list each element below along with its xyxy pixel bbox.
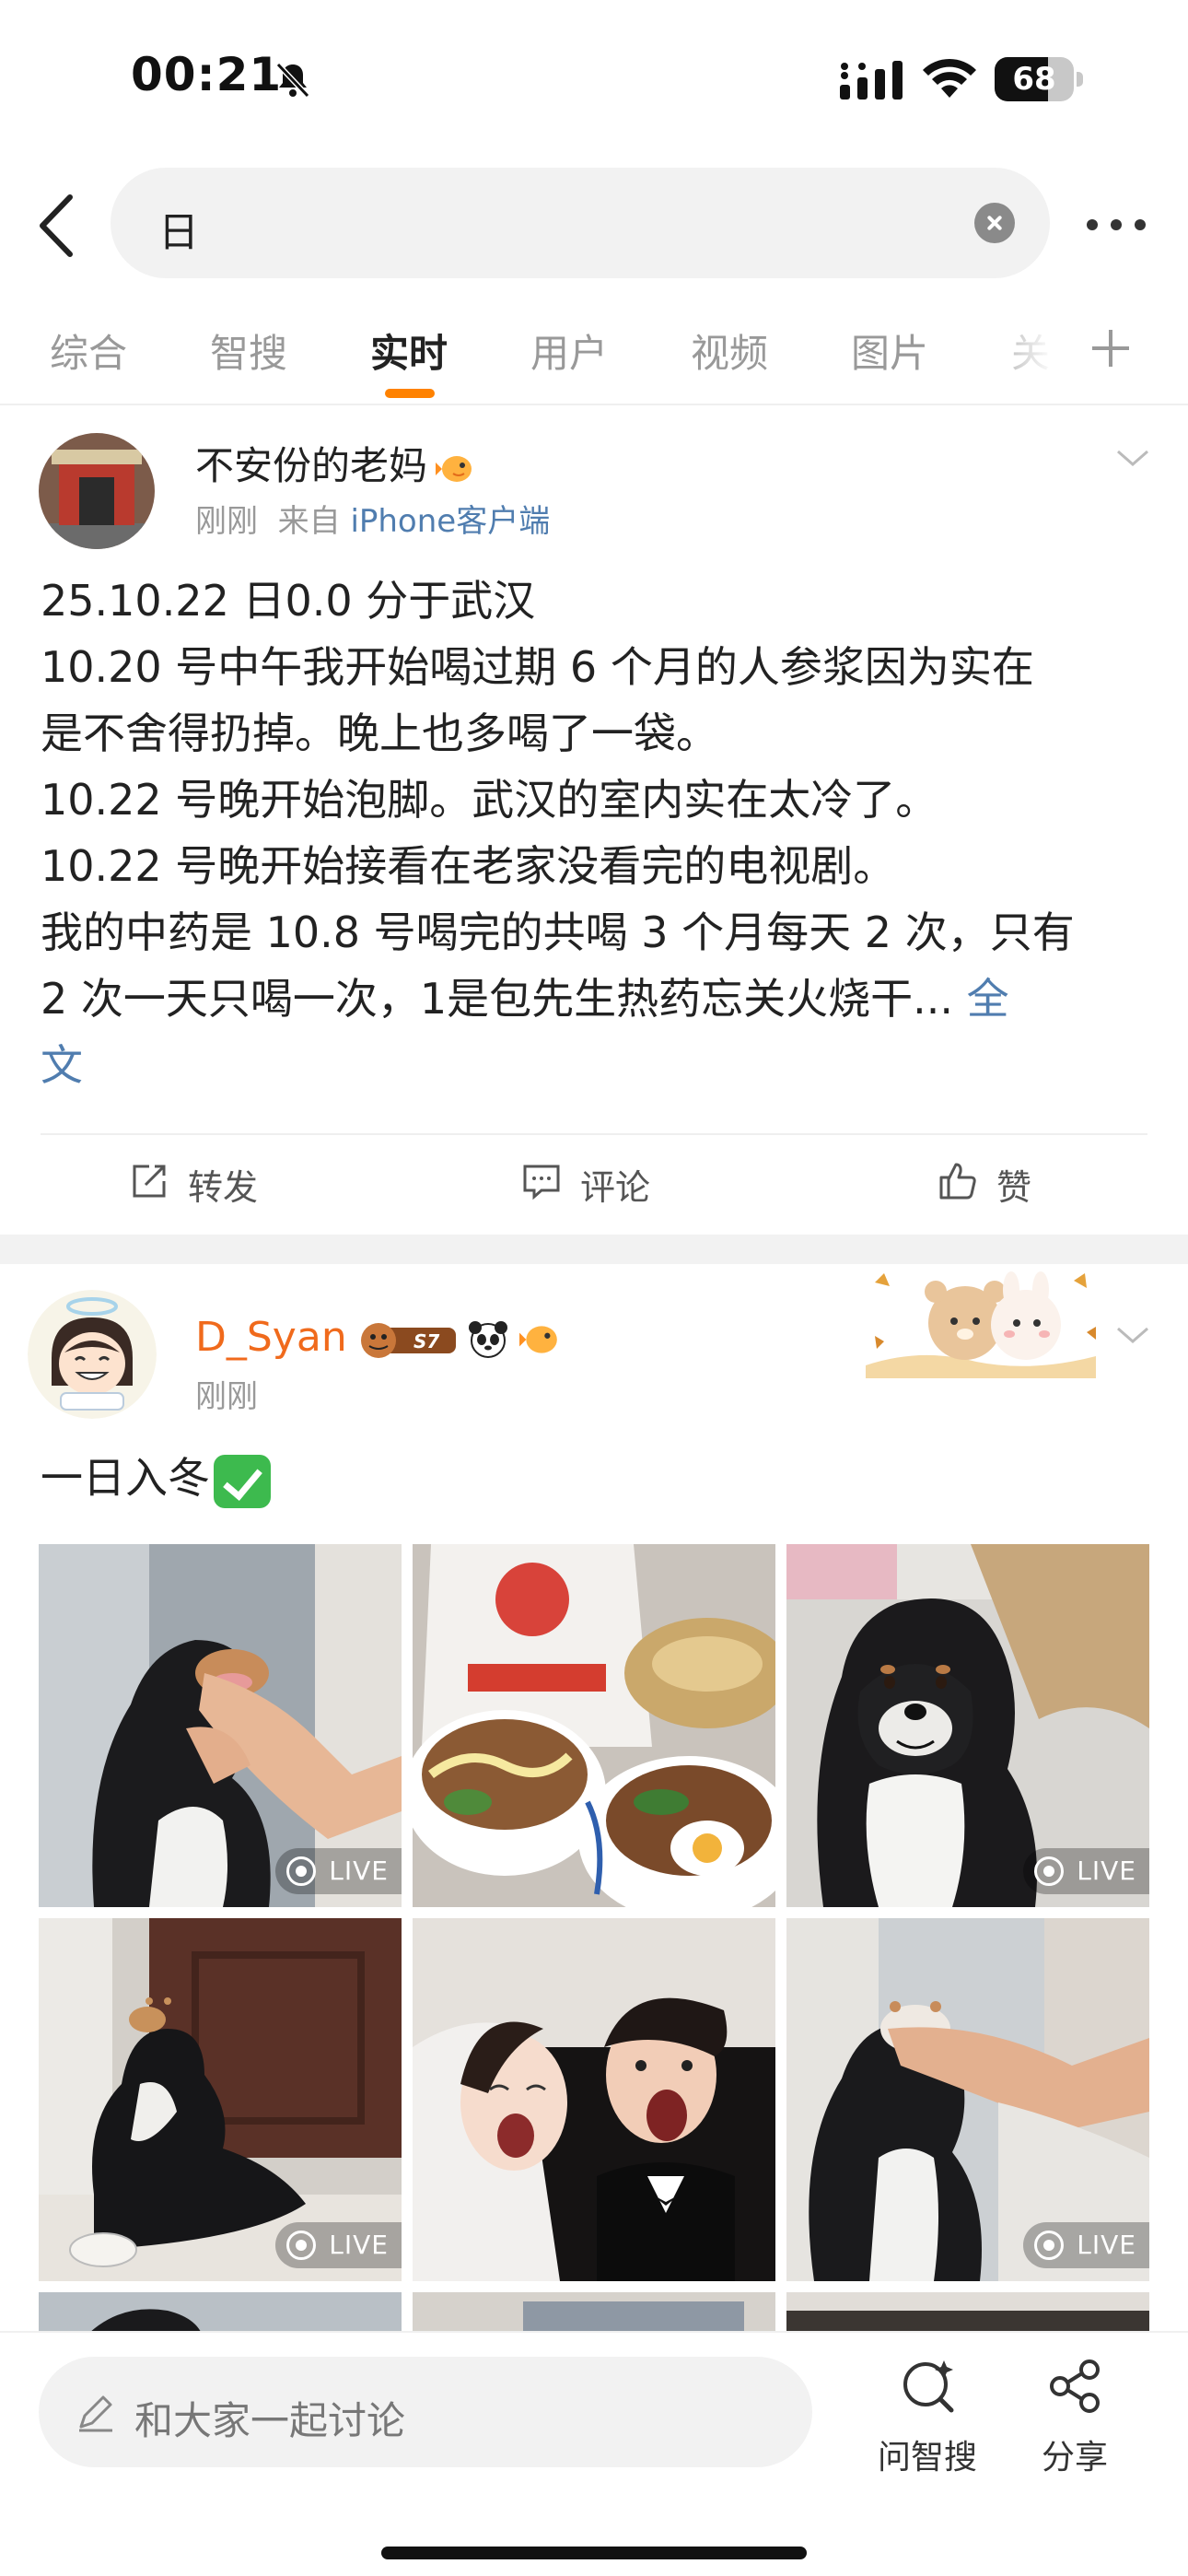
bell-muted-icon — [275, 62, 310, 99]
live-badge: LIVE — [275, 2222, 402, 2268]
comment-icon — [523, 1165, 560, 1200]
repost-icon — [133, 1165, 166, 1198]
tab-comprehensive[interactable]: 综合 — [50, 322, 127, 379]
chevron-down-icon[interactable] — [1114, 1321, 1151, 1349]
tab-smart-search[interactable]: 智搜 — [210, 322, 287, 379]
post-card: D_Syan S7 刚刚 一日入冬 LIVE LIVE LIVE LIVE — [0, 1264, 1188, 2370]
avatar[interactable] — [39, 433, 155, 549]
feed-separator — [0, 1235, 1188, 1264]
wedding-photo — [413, 1918, 775, 2281]
tab-videos[interactable]: 视频 — [691, 322, 768, 379]
live-photo-icon — [1034, 1856, 1065, 1886]
check-mark-icon — [214, 1454, 271, 1508]
level-badge-icon: S7 — [360, 1323, 456, 1358]
level-badge-text: S7 — [413, 1330, 439, 1352]
username[interactable]: 不安份的老妈 — [195, 443, 427, 488]
photo-thumbnail[interactable] — [413, 1918, 775, 2281]
avatar[interactable] — [28, 1290, 157, 1419]
panda-badge-icon — [468, 1321, 507, 1358]
comment-input[interactable]: 和大家一起讨论 — [39, 2357, 812, 2467]
search-query: 日 — [158, 209, 199, 256]
live-photo-icon — [286, 1856, 317, 1886]
tab-realtime[interactable]: 实时 — [370, 322, 448, 379]
post-card: 不安份的老妈 刚刚 来自 iPhone客户端 25.10.22 日0.0 分于武… — [0, 405, 1188, 1235]
pencil-icon — [79, 2395, 112, 2432]
status-time: 00:21 — [131, 48, 283, 101]
live-badge: LIVE — [1023, 1848, 1149, 1894]
add-tab-icon[interactable] — [1089, 326, 1133, 370]
cellular-signal-icon — [840, 61, 903, 100]
share-button[interactable]: 分享 — [1015, 2357, 1135, 2486]
photo-thumbnail[interactable]: LIVE — [786, 1544, 1149, 1907]
food-photo — [413, 1544, 775, 1907]
tab-images[interactable]: 图片 — [851, 322, 928, 379]
battery-percentage: 68 — [1012, 61, 1056, 98]
live-badge: LIVE — [275, 1848, 402, 1894]
full-text-link-continued[interactable]: 文 — [41, 1040, 83, 1090]
post-time: 刚刚 — [195, 1378, 258, 1415]
bear-sticker-decoration-icon — [866, 1271, 1096, 1378]
back-button[interactable] — [22, 184, 87, 267]
thumbs-up-icon — [939, 1163, 976, 1200]
bottom-bar: 和大家一起讨论 问智搜 分享 — [0, 2331, 1188, 2576]
tab-bar: 综合 智搜 实时 用户 视频 图片 关 — [0, 313, 1188, 405]
photo-thumbnail[interactable]: LIVE — [39, 1544, 402, 1907]
more-options-button[interactable] — [1083, 206, 1149, 243]
photo-thumbnail[interactable]: LIVE — [786, 1918, 1149, 2281]
photo-thumbnail[interactable]: LIVE — [39, 1918, 402, 2281]
tab-users[interactable]: 用户 — [530, 322, 608, 379]
post-text: 25.10.22 日0.0 分于武汉 10.20 号中午我开始喝过期 6 个月的… — [41, 576, 1075, 1090]
active-tab-indicator — [385, 389, 435, 398]
live-badge: LIVE — [1023, 2222, 1149, 2268]
ask-smart-search-button[interactable]: 问智搜 — [868, 2357, 987, 2486]
status-bar: 00:21 68 — [0, 0, 1188, 157]
wifi-icon — [923, 58, 976, 98]
photo-thumbnail[interactable] — [413, 1544, 775, 1907]
clear-icon[interactable] — [974, 203, 1015, 243]
post-text: 一日入冬 — [41, 1445, 271, 1508]
pufferfish-badge-icon — [436, 455, 472, 482]
share-icon — [1050, 2359, 1100, 2413]
search-input[interactable]: 日 — [111, 168, 1050, 278]
post-actions: 转发 评论 赞 — [41, 1133, 1147, 1225]
source-prefix: 来自 — [277, 503, 341, 540]
comment-placeholder: 和大家一起讨论 — [134, 2398, 406, 2443]
battery-icon: 68 — [995, 57, 1083, 101]
full-text-link[interactable]: 全 — [967, 974, 1009, 1024]
live-photo-icon — [1034, 2231, 1065, 2260]
username[interactable]: D_Syan — [195, 1314, 347, 1361]
post-time: 刚刚 — [195, 503, 258, 540]
chevron-down-icon[interactable] — [1114, 444, 1151, 472]
post-source-link[interactable]: iPhone客户端 — [350, 503, 550, 540]
home-indicator — [381, 2547, 807, 2559]
pufferfish-badge-icon — [518, 1326, 557, 1353]
live-photo-icon — [286, 2231, 317, 2260]
smart-search-icon — [903, 2360, 954, 2413]
